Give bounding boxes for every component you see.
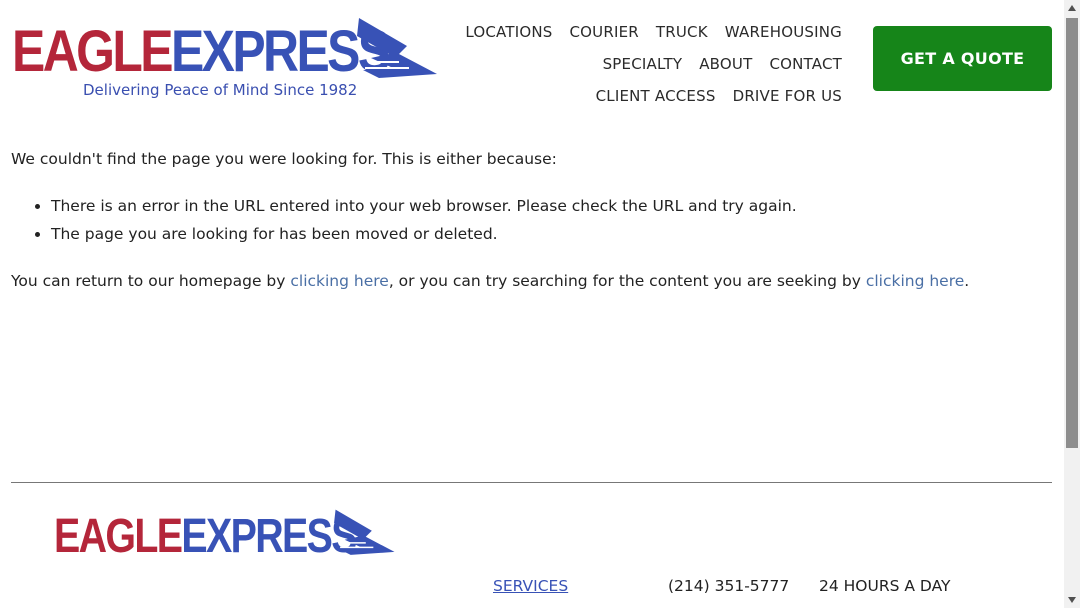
page: EAGLE EXPRESS Delivering Peace of Mind Si… [0,0,1064,608]
list-item: The page you are looking for has been mo… [51,220,1051,248]
nav-row-2: SPECIALTY ABOUT CONTACT [442,48,842,80]
nav-row-1: LOCATIONS COURIER TRUCK WAREHOUSING [442,16,842,48]
nav-courier[interactable]: COURIER [569,23,638,41]
return-suffix-text: . [964,272,970,290]
nav-truck[interactable]: TRUCK [656,23,708,41]
scrollbar-thumb[interactable] [1066,18,1078,448]
nav-row-3: CLIENT ACCESS DRIVE FOR US [442,80,842,112]
logo-text-red: EAGLE [12,19,174,84]
vertical-scrollbar[interactable] [1064,0,1080,608]
nav-locations[interactable]: LOCATIONS [465,23,552,41]
footer-divider [11,482,1052,483]
logo-wordmark: EAGLE EXPRESS [12,19,391,84]
error-reasons-list: There is an error in the URL entered int… [11,192,1051,248]
homepage-link[interactable]: clicking here [290,272,388,290]
footer-hours: 24 HOURS A DAY [819,577,951,595]
footer-logo-text-red: EAGLE [54,510,183,563]
nav-contact[interactable]: CONTACT [769,55,842,73]
footer-logo-wordmark: EAGLE EXPRESS [54,510,358,563]
return-prefix-text: You can return to our homepage by [11,272,291,290]
footer-services-link[interactable]: SERVICES [493,577,568,595]
nav-specialty[interactable]: SPECIALTY [603,55,683,73]
eagle-icon [357,18,437,78]
arrow-down-icon[interactable] [1064,592,1080,608]
nav-about[interactable]: ABOUT [699,55,752,73]
site-logo[interactable]: EAGLE EXPRESS Delivering Peace of Mind Si… [12,16,438,104]
arrow-up-icon[interactable] [1064,0,1080,16]
error-content: We couldn't find the page you were looki… [11,148,1051,292]
search-link[interactable]: clicking here [866,272,964,290]
footer-phone[interactable]: (214) 351-5777 [668,577,789,595]
nav-client-access[interactable]: CLIENT ACCESS [596,87,716,105]
list-item: There is an error in the URL entered int… [51,192,1051,220]
get-a-quote-button[interactable]: GET A QUOTE [873,26,1052,91]
footer-logo[interactable]: EAGLE EXPRESS [54,509,414,566]
footer-eagle-icon [334,509,395,555]
nav-warehousing[interactable]: WAREHOUSING [725,23,842,41]
main-nav: LOCATIONS COURIER TRUCK WAREHOUSING SPEC… [442,16,842,112]
logo-tagline: Delivering Peace of Mind Since 1982 [83,81,358,99]
nav-drive-for-us[interactable]: DRIVE FOR US [733,87,842,105]
return-middle-text: , or you can try searching for the conte… [388,272,866,290]
return-paragraph: You can return to our homepage by clicki… [11,270,1051,292]
error-intro: We couldn't find the page you were looki… [11,150,557,168]
